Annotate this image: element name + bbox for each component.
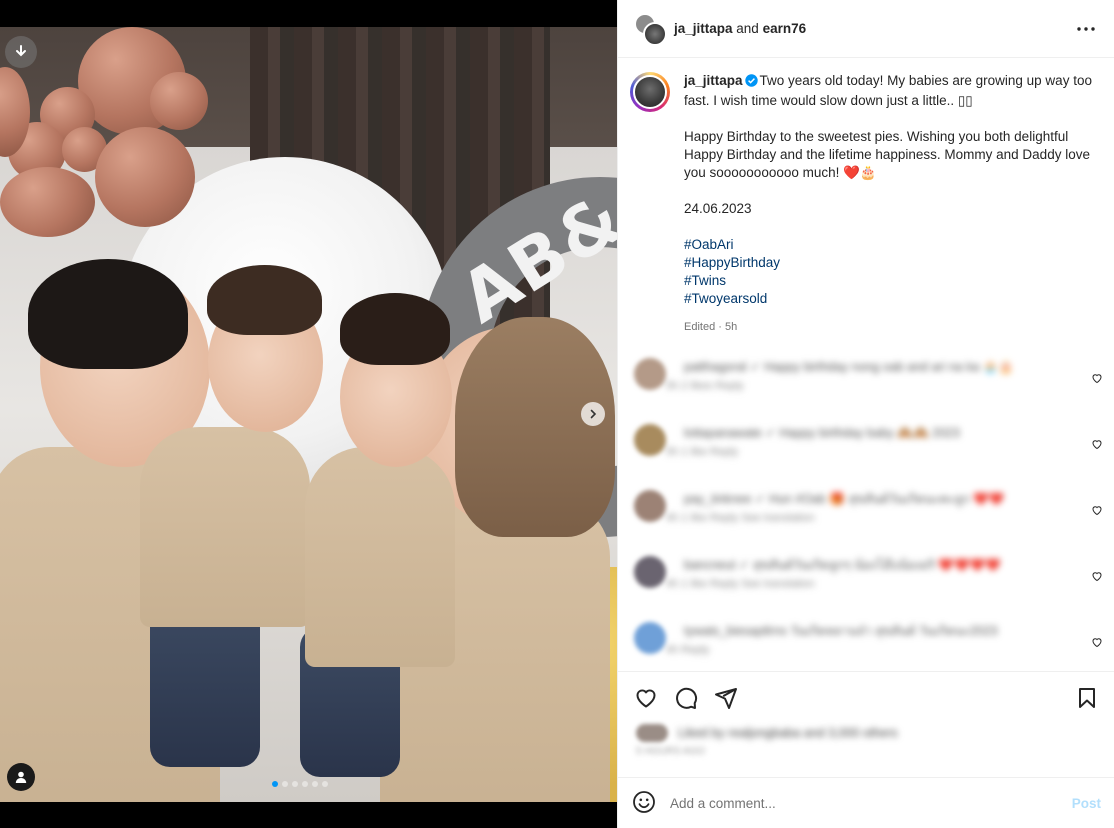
carousel-dot <box>292 781 298 787</box>
like-comment-heart-icon[interactable] <box>1091 504 1103 519</box>
download-icon[interactable] <box>5 36 37 68</box>
comment-bubble-icon[interactable] <box>674 686 698 710</box>
hashtag-link[interactable]: #Twins <box>684 272 1094 290</box>
like-comment-heart-icon[interactable] <box>1091 570 1103 585</box>
caption-line-2: Happy Birthday to the sweetest pies. Wis… <box>684 129 1094 180</box>
author-username[interactable]: ja_jittapa <box>674 21 733 36</box>
like-comment-heart-icon[interactable] <box>1091 438 1103 453</box>
hashtag-link[interactable]: #OabAri <box>684 236 1094 254</box>
liked-by-avatars <box>636 724 668 742</box>
comment-text: bancneut ✓ สุขสันต์วันเกิดลูกๆ น้องโอ๊บน… <box>684 558 1001 572</box>
comment-text: lottapanawate ✓ Happy birthday baby 🙈🙈 2… <box>684 426 960 440</box>
comment-input[interactable] <box>670 795 1072 811</box>
like-comment-heart-icon[interactable] <box>1091 636 1103 651</box>
comment-meta[interactable]: 4h 1 like Reply See translation <box>666 512 1074 524</box>
avatar[interactable] <box>634 622 666 654</box>
comment-meta[interactable]: 5h 1 like Reply <box>666 446 1074 458</box>
post-caption: ja_jittapa Two years old today! My babies… <box>618 58 1114 336</box>
likes-text[interactable]: Liked by realjongbaba and 3,000 others <box>678 726 898 740</box>
caption-username[interactable]: ja_jittapa <box>684 73 743 88</box>
comment-text: patthagoral ✓ Happy birthday nong oab an… <box>684 360 1014 374</box>
post-header: ja_jittapa and earn76 <box>618 0 1114 58</box>
comments-scroll-area[interactable]: ja_jittapa Two years old today! My babies… <box>618 58 1114 671</box>
avatar[interactable] <box>634 358 666 390</box>
comment-text: pay_tinknee ✓ Hun #Oab 🎁 สุขสันต์วันเกิด… <box>684 492 1005 506</box>
like-comment-heart-icon[interactable] <box>1091 372 1103 387</box>
caption-date: 24.06.2023 <box>684 201 752 216</box>
carousel-dot <box>282 781 288 787</box>
comment-item: tywats_biesaptlrns วันเกิดหลานจ๋า สุขสัน… <box>618 622 1114 671</box>
comment-text: tywats_biesaptlrns วันเกิดหลานจ๋า สุขสัน… <box>684 624 998 638</box>
more-options-icon[interactable] <box>1074 17 1098 41</box>
emoji-icon[interactable] <box>632 790 656 817</box>
carousel-dot <box>322 781 328 787</box>
avatar[interactable] <box>634 424 666 456</box>
author-connector: and <box>732 21 763 36</box>
verified-badge-icon <box>744 74 758 92</box>
post-photo[interactable]: AB& <box>0 27 617 802</box>
post-comment-button[interactable]: Post <box>1072 796 1101 811</box>
comment-meta[interactable]: 5h 2 likes Reply <box>666 380 1074 392</box>
comment-item: bancneut ✓ สุขสันต์วันเกิดลูกๆ น้องโอ๊บน… <box>618 556 1114 622</box>
story-ring[interactable] <box>630 72 670 112</box>
comment-item: patthagoral ✓ Happy birthday nong oab an… <box>618 358 1114 424</box>
carousel-dot <box>302 781 308 787</box>
hashtag-link[interactable]: #HappyBirthday <box>684 254 1094 272</box>
share-paper-plane-icon[interactable] <box>714 686 738 710</box>
carousel-next-button[interactable] <box>581 402 605 426</box>
post-viewer: AB& ja_jittapa and earn76 ja_jittapa Two… <box>0 0 1114 828</box>
avatar[interactable] <box>643 21 667 46</box>
comment-composer: Post <box>618 777 1114 828</box>
comment-item: pay_tinknee ✓ Hun #Oab 🎁 สุขสันต์วันเกิด… <box>618 490 1114 556</box>
post-sidebar: ja_jittapa and earn76 ja_jittapa Two year… <box>617 0 1114 828</box>
save-bookmark-icon[interactable] <box>1075 686 1099 710</box>
hashtag-link[interactable]: #Twoyearsold <box>684 290 1094 308</box>
avatar[interactable] <box>634 556 666 588</box>
post-media: AB& <box>0 0 617 828</box>
carousel-dot <box>312 781 318 787</box>
collaborator-username[interactable]: earn76 <box>763 21 807 36</box>
collab-avatars[interactable] <box>634 12 667 46</box>
edited-timestamp: Edited · 5h <box>684 321 738 333</box>
like-heart-icon[interactable] <box>634 686 658 710</box>
avatar[interactable] <box>634 490 666 522</box>
comment-meta[interactable]: 4h 1 like Reply See translation <box>666 578 1074 590</box>
post-author-line: ja_jittapa and earn76 <box>674 21 806 36</box>
comment-item: lottapanawate ✓ Happy birthday baby 🙈🙈 2… <box>618 424 1114 490</box>
comment-meta[interactable]: 4h Reply <box>666 644 1074 656</box>
post-date: 5 HOURS AGO <box>636 746 705 757</box>
avatar[interactable] <box>633 75 667 109</box>
carousel-indicator <box>272 781 328 787</box>
carousel-dot <box>272 781 278 787</box>
post-actions: Liked by realjongbaba and 3,000 others 5… <box>618 671 1114 777</box>
likes-summary[interactable]: Liked by realjongbaba and 3,000 others <box>618 710 1114 742</box>
tagged-users-icon[interactable] <box>7 763 35 791</box>
